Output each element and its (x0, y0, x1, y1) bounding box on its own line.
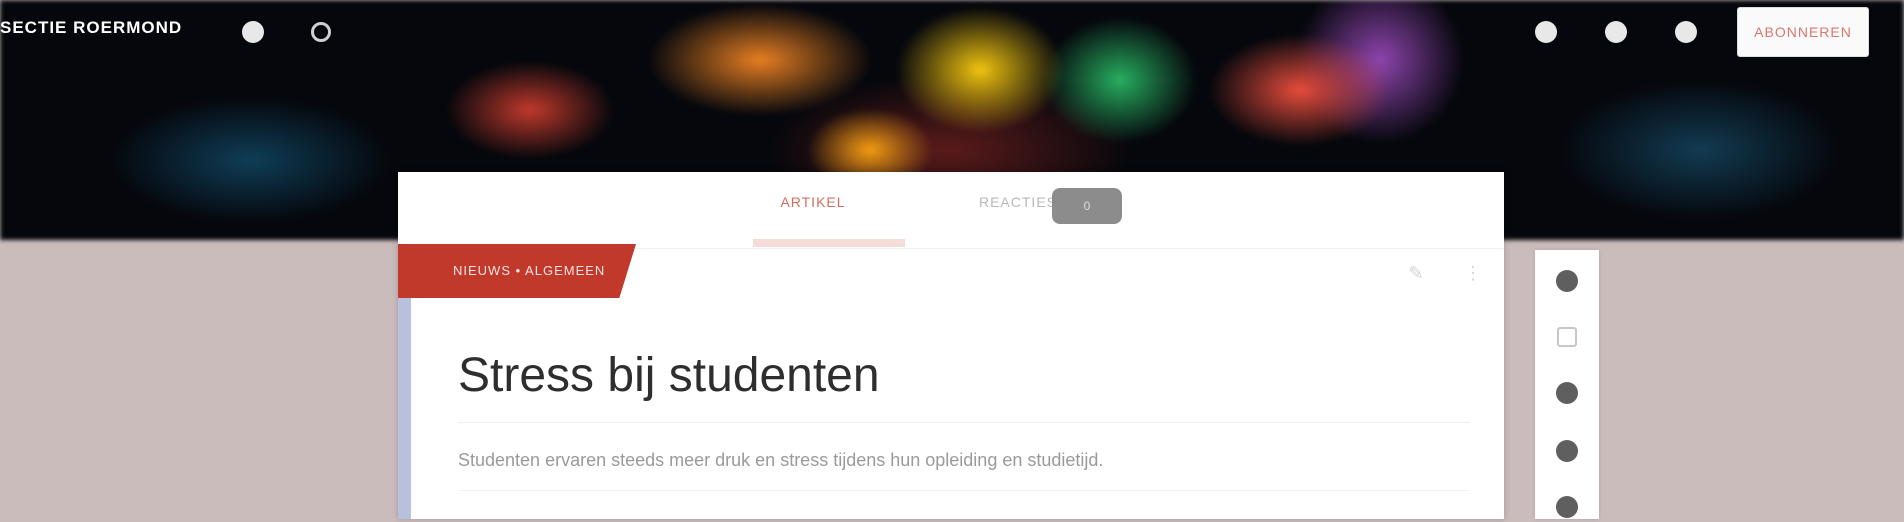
text-size-icon[interactable] (1552, 322, 1582, 352)
share-icon[interactable] (1530, 16, 1562, 48)
article-subtitle: Studenten ervaren steeds meer druk en st… (458, 450, 1104, 470)
title-divider (458, 422, 1470, 423)
subscribe-button[interactable]: ABONNEREN (1737, 7, 1869, 57)
brand-logo[interactable]: SECTIE ROERMOND (0, 18, 205, 42)
play-icon[interactable] (1552, 266, 1582, 296)
side-toolbar (1535, 250, 1599, 519)
search-icon[interactable] (305, 16, 337, 48)
bookmark-icon[interactable] (1552, 436, 1582, 466)
category-ribbon[interactable]: NIEUWS • ALGEMEEN (398, 244, 636, 298)
edit-icon[interactable]: ✎ (1403, 260, 1429, 286)
share-icon[interactable] (1552, 378, 1582, 408)
menu-icon[interactable] (1670, 16, 1702, 48)
tab-article[interactable]: ARTIKEL (753, 194, 873, 230)
top-bar: SECTIE ROERMOND ABONNEREN (0, 0, 1904, 60)
subtitle-divider (458, 490, 1470, 491)
tab-active-indicator (753, 239, 905, 247)
comments-count-badge: 0 (1052, 188, 1122, 224)
account-icon[interactable] (1600, 16, 1632, 48)
circle-icon[interactable] (370, 16, 402, 48)
article-tabs: ARTIKEL REACTIES 0 (398, 172, 1504, 248)
print-icon[interactable] (1552, 492, 1582, 522)
article-card: ARTIKEL REACTIES 0 NIEUWS • ALGEMEEN ✎ ⋮… (398, 172, 1504, 519)
comment-icon[interactable] (237, 16, 269, 48)
more-icon[interactable]: ⋮ (1460, 260, 1486, 286)
article-title: Stress bij studenten (458, 349, 880, 402)
